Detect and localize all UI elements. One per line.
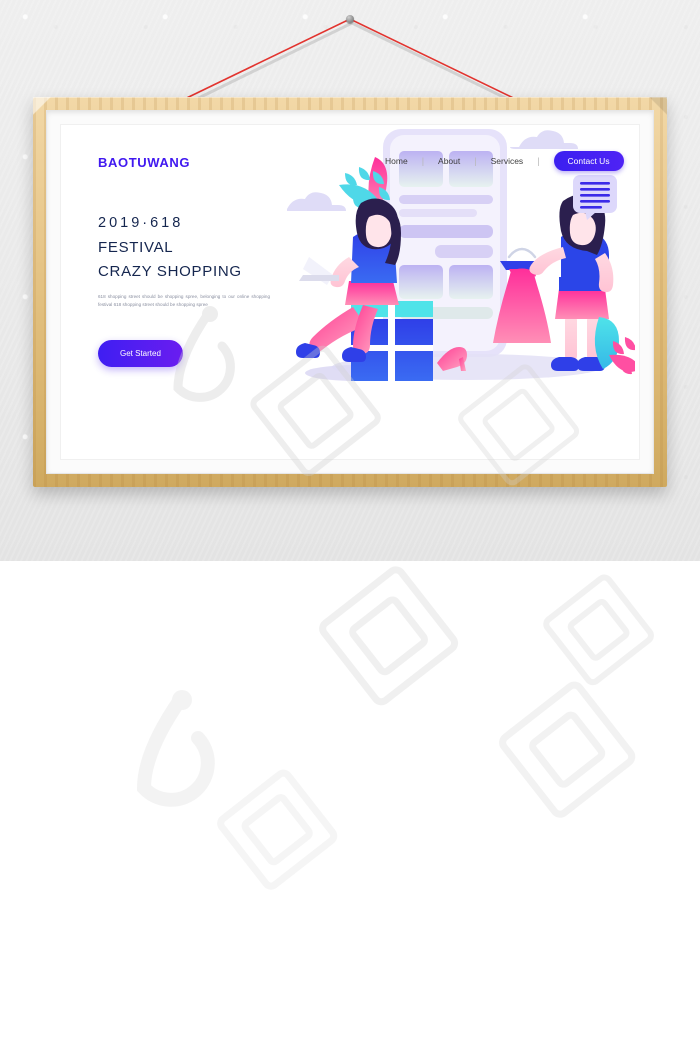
picture-frame: BAOTUWANG Home | About | Services | Cont…: [33, 97, 667, 487]
hero-paragraph: 618 shopping street should be shopping s…: [98, 294, 270, 308]
headline-line-1: FESTIVAL: [98, 239, 174, 256]
laptop-icon: [299, 257, 339, 285]
frame-mat: BAOTUWANG Home | About | Services | Cont…: [46, 110, 654, 474]
poster-navbar: Home | About | Services | Contact Us: [371, 151, 624, 171]
poster-artwork: BAOTUWANG Home | About | Services | Cont…: [60, 124, 640, 460]
nav-item-home[interactable]: Home: [371, 156, 422, 166]
headline-date: 2019·618: [98, 215, 184, 231]
nail-icon: [346, 15, 354, 23]
nav-separator: |: [537, 156, 540, 166]
detail-preview-panel: Home | About BAOTUWANG Home | About | Se…: [0, 561, 700, 1053]
hanger-icon: [507, 247, 537, 259]
shoe-icon: [551, 357, 579, 371]
contact-us-button[interactable]: Contact Us: [553, 151, 624, 171]
nav-item-services[interactable]: Services: [477, 156, 538, 166]
headline-line-2: CRAZY SHOPPING: [98, 263, 242, 280]
get-started-button[interactable]: Get Started: [98, 340, 183, 367]
nav-item-about[interactable]: About: [424, 156, 474, 166]
poster-brand-logo[interactable]: BAOTUWANG: [98, 155, 190, 170]
